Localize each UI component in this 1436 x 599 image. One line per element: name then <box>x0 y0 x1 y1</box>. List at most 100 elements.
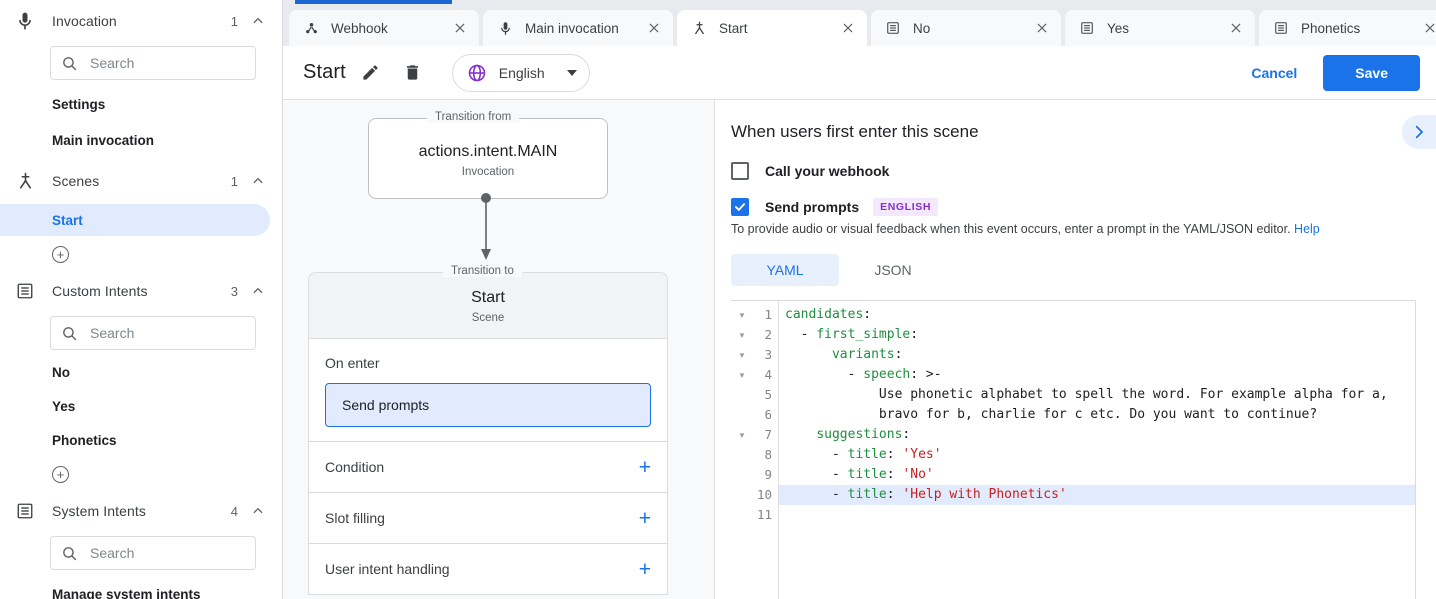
sidebar-section-system-intents[interactable]: System Intents 4 <box>0 490 282 532</box>
sidebar-item-settings[interactable]: Settings <box>0 88 282 120</box>
sidebar-item-yes[interactable]: Yes <box>0 390 270 422</box>
fold-toggle-icon[interactable]: ▼ <box>731 325 753 345</box>
list-icon <box>14 280 36 302</box>
code-line[interactable]: - title: 'No' <box>779 465 1415 485</box>
code-token: Use phonetic alphabet to spell the word.… <box>785 387 1388 402</box>
sidebar-item-manage-system-intents[interactable]: Manage system intents <box>0 578 282 599</box>
code-line[interactable]: - first_simple: <box>779 325 1415 345</box>
add-slot-filling-icon[interactable]: + <box>639 508 651 529</box>
scene-card-body: On enter Send prompts <box>309 339 667 441</box>
custom-intents-search-box[interactable] <box>50 316 256 350</box>
code-area[interactable]: candidates: - first_simple: variants: - … <box>779 301 1415 599</box>
chevron-up-icon[interactable] <box>250 283 266 299</box>
code-line[interactable]: suggestions: <box>779 425 1415 445</box>
sidebar-item-start[interactable]: Start <box>0 204 270 236</box>
fold-toggle-icon[interactable]: ▼ <box>731 365 753 385</box>
language-value: English <box>499 65 545 81</box>
close-icon[interactable] <box>1227 19 1245 37</box>
user-intent-handling-row[interactable]: User intent handling + <box>309 543 667 594</box>
add-scene-button[interactable]: + <box>0 238 282 270</box>
tab-label: No <box>913 21 1025 36</box>
code-line[interactable]: variants: <box>779 345 1415 365</box>
help-link[interactable]: Help <box>1294 222 1320 236</box>
fold-spacer <box>731 505 753 525</box>
tab-no[interactable]: No <box>871 10 1061 46</box>
fold-spacer <box>731 485 753 505</box>
chevron-up-icon[interactable] <box>250 503 266 519</box>
transition-to-title: Start <box>309 289 667 307</box>
sidebar-section-invocation[interactable]: Invocation 1 <box>0 0 282 42</box>
send-prompts-row[interactable]: Send prompts ENGLISH <box>731 198 1436 216</box>
code-line[interactable]: Use phonetic alphabet to spell the word.… <box>779 385 1415 405</box>
call-webhook-checkbox[interactable] <box>731 162 749 180</box>
code-token: - <box>785 487 848 502</box>
code-token <box>785 347 832 362</box>
fold-toggle-icon[interactable]: ▼ <box>731 425 753 445</box>
fold-toggle-icon[interactable]: ▼ <box>731 305 753 325</box>
close-icon[interactable] <box>1421 19 1436 37</box>
line-number: 2 <box>753 325 772 345</box>
add-custom-intent-button[interactable]: + <box>0 458 282 490</box>
code-line[interactable]: - speech: >- <box>779 365 1415 385</box>
close-icon[interactable] <box>645 19 663 37</box>
sidebar-section-scenes[interactable]: Scenes 1 <box>0 160 282 202</box>
tab-webhook[interactable]: Webhook <box>289 10 479 46</box>
yaml-code-editor[interactable]: ▼▼▼▼▼ 1234567891011 candidates: - first_… <box>731 300 1416 599</box>
line-number: 11 <box>753 505 772 525</box>
call-webhook-row[interactable]: Call your webhook <box>731 162 1436 180</box>
sidebar-section-count: 1 <box>231 14 238 29</box>
system-intents-search-input[interactable] <box>90 545 271 561</box>
tab-label: Webhook <box>331 21 443 36</box>
close-icon[interactable] <box>451 19 469 37</box>
code-token: : <box>895 347 903 362</box>
chevron-up-icon[interactable] <box>250 173 266 189</box>
tab-start[interactable]: Start <box>677 10 867 46</box>
line-number: 1 <box>753 305 772 325</box>
slot-filling-row[interactable]: Slot filling + <box>309 492 667 543</box>
close-icon[interactable] <box>1033 19 1051 37</box>
code-token: title <box>848 467 887 482</box>
call-webhook-label: Call your webhook <box>765 163 889 179</box>
code-token: 'No' <box>902 467 933 482</box>
add-user-intent-icon[interactable]: + <box>639 559 651 580</box>
tab-yaml[interactable]: YAML <box>731 254 839 286</box>
tab-main-invocation[interactable]: Main invocation <box>483 10 673 46</box>
code-token: : <box>863 307 871 322</box>
invocation-search-input[interactable] <box>90 55 271 71</box>
code-line[interactable] <box>779 505 1415 525</box>
save-button[interactable]: Save <box>1323 55 1420 91</box>
tab-yes[interactable]: Yes <box>1065 10 1255 46</box>
sidebar-item-main-invocation[interactable]: Main invocation <box>0 124 282 156</box>
chevron-down-icon <box>567 70 577 76</box>
code-line[interactable]: - title: 'Yes' <box>779 445 1415 465</box>
trash-icon[interactable] <box>396 56 430 90</box>
pencil-icon[interactable] <box>354 56 388 90</box>
condition-label: Condition <box>325 459 639 475</box>
add-condition-icon[interactable]: + <box>639 457 651 478</box>
language-select[interactable]: English <box>452 54 590 92</box>
invocation-search-box[interactable] <box>50 46 256 80</box>
fold-toggle-icon[interactable]: ▼ <box>731 345 753 365</box>
sidebar-item-no[interactable]: No <box>0 356 270 388</box>
system-intents-search-box[interactable] <box>50 536 256 570</box>
tab-json[interactable]: JSON <box>839 254 947 286</box>
code-line[interactable]: candidates: <box>779 305 1415 325</box>
sidebar-section-label: Invocation <box>52 13 231 29</box>
custom-intents-search-input[interactable] <box>90 325 271 341</box>
send-prompts-checkbox[interactable] <box>731 198 749 216</box>
chevron-up-icon[interactable] <box>250 13 266 29</box>
panel-hint-text: To provide audio or visual feedback when… <box>731 222 1291 236</box>
sidebar-section-custom-intents[interactable]: Custom Intents 3 <box>0 270 282 312</box>
close-icon[interactable] <box>839 19 857 37</box>
send-prompts-node[interactable]: Send prompts <box>325 383 651 427</box>
chevron-right-icon[interactable] <box>1402 115 1436 149</box>
panel-hint: To provide audio or visual feedback when… <box>731 222 1436 236</box>
sidebar-item-phonetics[interactable]: Phonetics <box>0 424 270 456</box>
code-line[interactable]: - title: 'Help with Phonetics' <box>779 485 1415 505</box>
fold-gutter: ▼▼▼▼▼ <box>731 301 753 599</box>
search-icon <box>61 325 78 342</box>
tab-phonetics[interactable]: Phonetics <box>1259 10 1436 46</box>
condition-row[interactable]: Condition + <box>309 441 667 492</box>
cancel-button[interactable]: Cancel <box>1235 56 1313 90</box>
code-line[interactable]: bravo for b, charlie for c etc. Do you w… <box>779 405 1415 425</box>
